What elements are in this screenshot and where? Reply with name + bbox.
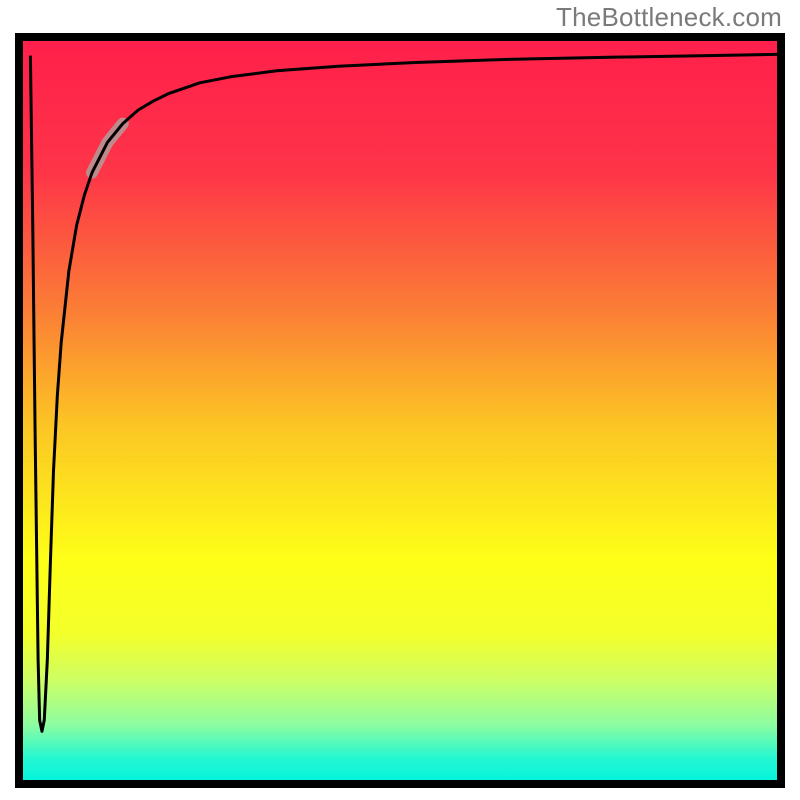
plot-background-gradient [19, 37, 781, 784]
bottleneck-chart [0, 0, 800, 800]
chart-stage: TheBottleneck.com [0, 0, 800, 800]
